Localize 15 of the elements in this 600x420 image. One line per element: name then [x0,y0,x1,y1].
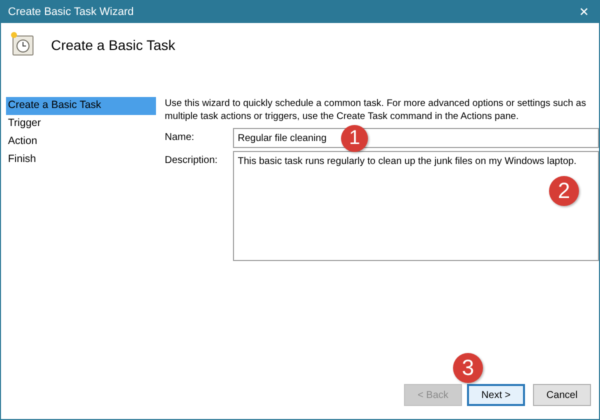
cancel-button[interactable]: Cancel [533,384,591,406]
close-button[interactable]: ✕ [569,1,599,23]
step-number-marker: 1 [341,125,368,152]
wizard-step[interactable]: Finish [6,151,156,169]
wizard-step[interactable]: Create a Basic Task [6,97,156,115]
window-title: Create Basic Task Wizard [8,6,134,18]
field-label: Name: [164,131,196,143]
field-label: Description: [164,154,219,166]
wizard-step[interactable]: Action [6,133,156,151]
clock-icon [9,31,35,57]
intro-text: Use this wizard to quickly schedule a common task. For more advanced options or settings such as multiple task actions or triggers, use the Create Task command in the Actions pane. [164,97,588,123]
step-number-marker: 3 [453,353,483,383]
page-heading: Create a Basic Task [51,37,176,53]
next-button[interactable]: Next > [467,384,525,406]
wizard-step[interactable]: Trigger [6,115,156,133]
